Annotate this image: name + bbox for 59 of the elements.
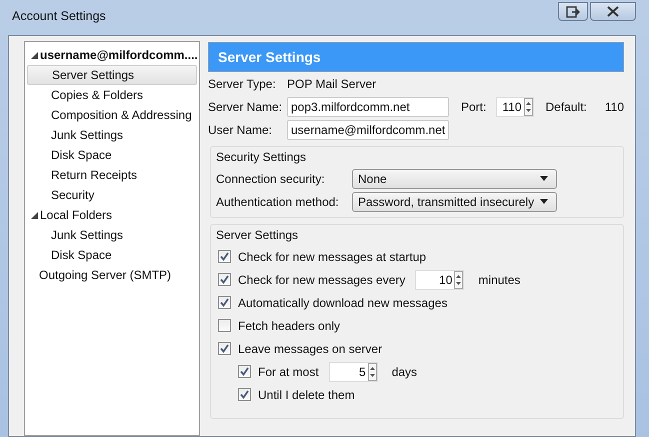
server-name-field[interactable]: pop3.milfordcomm.net — [287, 96, 449, 116]
checkbox[interactable] — [218, 250, 231, 263]
checkbox-label[interactable]: Leave messages on server — [238, 342, 382, 356]
tree-item[interactable]: Copies & Folders — [27, 85, 197, 105]
spinner-arrows-icon — [524, 98, 532, 116]
field-label: Connection security: — [216, 172, 326, 186]
checkbox[interactable] — [238, 365, 251, 378]
tree-item[interactable]: Security — [27, 185, 197, 205]
page-header: Server Settings — [208, 42, 624, 72]
checkbox-label[interactable]: Check for new messages at startup — [238, 250, 426, 264]
checkbox-label[interactable]: Automatically download new messages — [238, 296, 448, 310]
field-label: Server Type: — [208, 76, 277, 90]
close-button[interactable] — [590, 2, 636, 21]
dropdown-arrow-icon — [540, 199, 548, 204]
tree-item[interactable]: username@milfordcomm.... — [27, 45, 197, 65]
number-spinner[interactable]: 10 — [415, 270, 464, 290]
dropdown-arrow-icon — [540, 176, 548, 181]
checkbox-label[interactable]: For at most — [258, 364, 319, 378]
checkbox[interactable] — [238, 388, 251, 401]
field-label: Server Name: — [208, 100, 284, 114]
group-title: Security Settings — [216, 150, 308, 164]
checkbox[interactable] — [218, 296, 231, 309]
tree-item[interactable]: Outgoing Server (SMTP) — [27, 265, 197, 285]
field-label: Port: — [461, 100, 486, 114]
tree-item[interactable]: Disk Space — [27, 245, 197, 265]
default-port: 110 — [604, 100, 624, 114]
checkbox[interactable] — [218, 273, 231, 286]
field-label: Default: — [546, 100, 587, 114]
tree-item[interactable]: Disk Space — [27, 145, 197, 165]
checkbox[interactable] — [218, 319, 231, 332]
unit-label: minutes — [478, 272, 520, 286]
restore-button[interactable] — [558, 2, 588, 21]
tree-item[interactable]: Return Receipts — [27, 165, 197, 185]
spinner-arrows-icon — [368, 362, 377, 380]
expander-icon — [31, 212, 38, 219]
checkbox-label[interactable]: Fetch headers only — [238, 318, 340, 332]
port-spinner[interactable]: 110 — [496, 96, 534, 116]
tree-item[interactable]: Local Folders — [27, 205, 197, 225]
dropdown[interactable]: None — [352, 168, 557, 188]
checkbox-label[interactable]: Until I delete them — [258, 388, 355, 402]
expander-icon — [31, 52, 38, 59]
tree-item[interactable]: Junk Settings — [27, 225, 197, 245]
number-spinner[interactable]: 5 — [328, 362, 378, 382]
field-label: Authentication method: — [216, 194, 340, 208]
restore-icon — [566, 6, 580, 18]
tree-item[interactable]: Server Settings — [27, 65, 197, 85]
dropdown[interactable]: Password, transmitted insecurely — [352, 192, 557, 212]
close-icon — [606, 6, 620, 17]
spinner-arrows-icon — [454, 270, 464, 288]
unit-label: days — [392, 364, 418, 378]
tree-item[interactable]: Junk Settings — [27, 125, 197, 145]
group-title: Server Settings — [216, 228, 300, 242]
checkbox[interactable] — [218, 342, 231, 355]
checkbox-label[interactable]: Check for new messages every — [238, 272, 406, 286]
server-type: POP Mail Server — [287, 76, 376, 90]
field-label: User Name: — [208, 122, 274, 136]
window-title: Account Settings — [12, 9, 106, 23]
tree-item[interactable]: Composition & Addressing — [27, 105, 197, 125]
user-name-field[interactable]: username@milfordcomm.net — [287, 120, 449, 140]
